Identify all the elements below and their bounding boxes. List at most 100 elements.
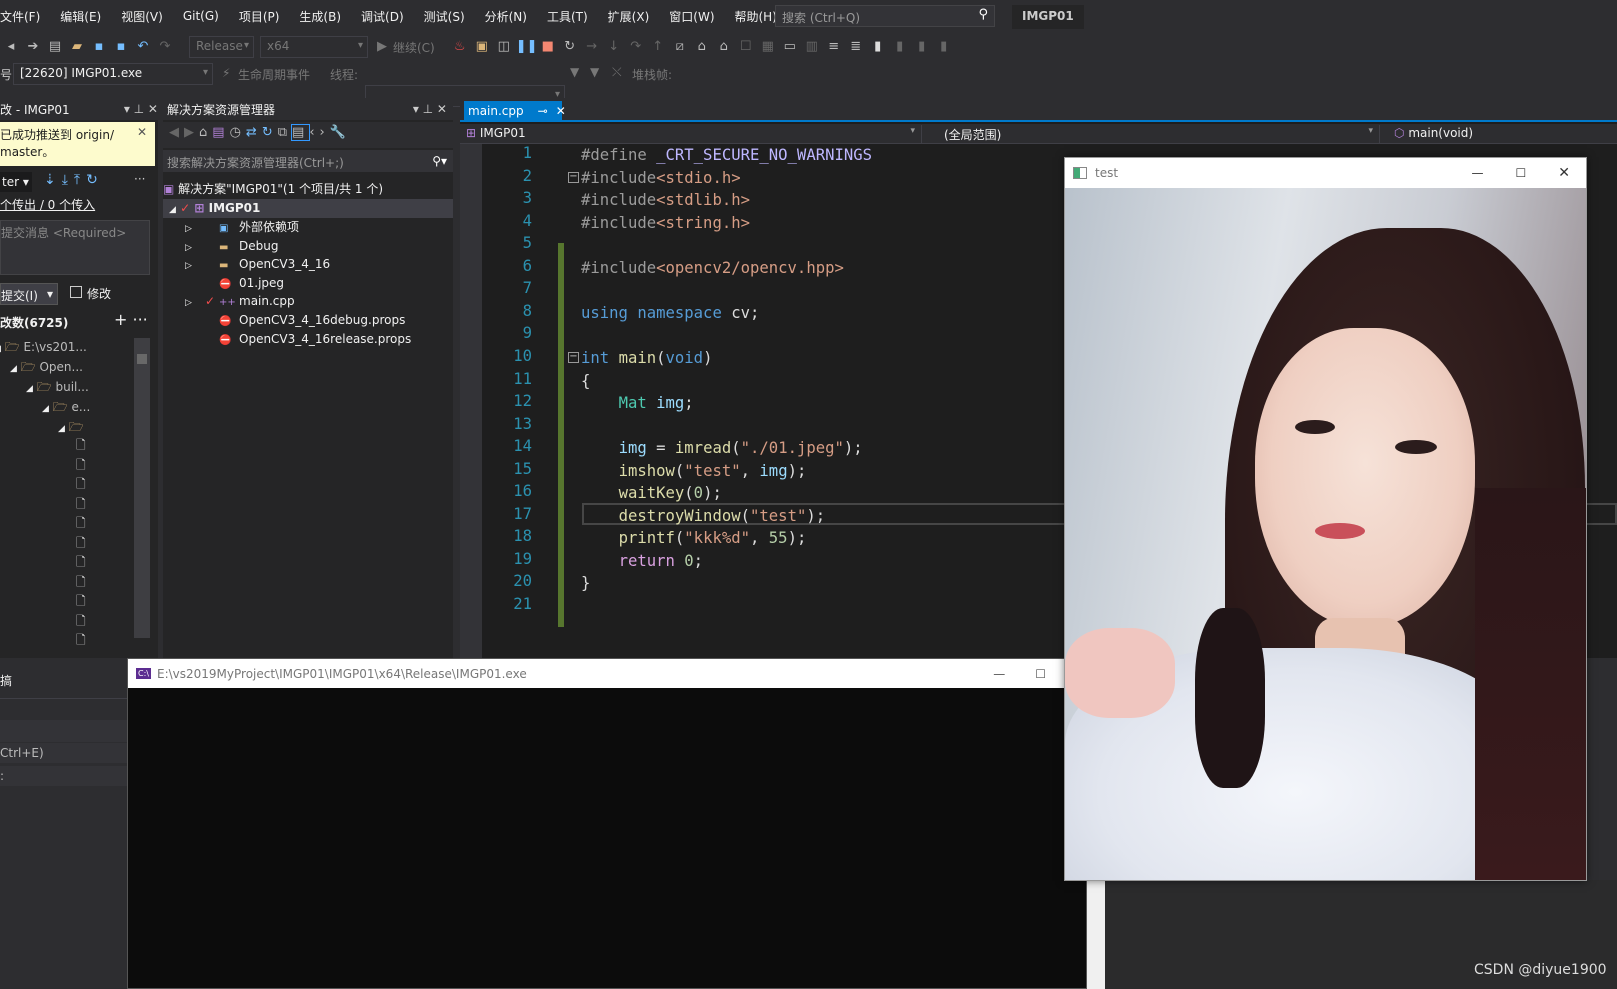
code-icon[interactable]: ‹› [309, 125, 329, 140]
menu-item[interactable]: 工具(T) [537, 8, 598, 25]
menu-item[interactable]: 项目(P) [229, 8, 290, 25]
redo-icon[interactable]: ↷ [155, 37, 175, 57]
locked-file-icon[interactable]: 🗋 [76, 534, 86, 553]
stop-icon[interactable]: ■ [538, 37, 558, 57]
step-into-icon[interactable]: ↓ [604, 37, 624, 57]
platform-dropdown[interactable]: x64 [260, 36, 368, 58]
search-box[interactable]: 搜索 (Ctrl+Q) ⚲ [775, 5, 995, 27]
git-tree-folder[interactable]: ◢ 🗁 e... [42, 398, 90, 417]
solution-item[interactable]: ▷ ▬ OpenCV3_4_16 [185, 255, 330, 274]
menu-item[interactable]: Git(G) [173, 9, 229, 23]
code-line[interactable]: #include<string.h> [581, 212, 750, 234]
configuration-dropdown[interactable]: Release [189, 36, 254, 58]
menu-item[interactable]: 视图(V) [111, 8, 173, 25]
back-icon[interactable]: ◂ [1, 37, 21, 57]
image-window-title-bar[interactable]: test — ☐ ✕ [1065, 158, 1586, 188]
comment-icon[interactable]: ☐ [736, 37, 756, 57]
git-tree-folder[interactable]: ◢ 🗁 [58, 418, 84, 437]
project-node[interactable]: ◢ ✓ ⊞ IMGP01 [163, 199, 453, 218]
solution-item[interactable]: ⛔ 01.jpeg [185, 274, 284, 293]
locked-file-icon[interactable]: 🗋 [76, 495, 86, 514]
prev-bookmark-icon[interactable]: ▮ [890, 37, 910, 57]
select-icon[interactable]: ▭ [780, 37, 800, 57]
expand-icon[interactable]: ◢ [42, 404, 49, 414]
code-line[interactable]: #include<stdio.h> [581, 167, 741, 189]
expand-icon[interactable]: ◢ [58, 424, 65, 434]
breakpoints-icon[interactable]: ⧄ [670, 37, 690, 57]
member-nav-dropdown[interactable]: ⬡ main(void) [1388, 125, 1617, 143]
solution-node[interactable]: ▣ 解决方案"IMGP01"(1 个项目/共 1 个) [163, 180, 383, 199]
hot-reload-icon[interactable]: ♨ [450, 37, 470, 57]
locked-file-icon[interactable]: 🗋 [76, 631, 86, 650]
code-line[interactable]: printf("kkk%d", 55); [581, 527, 807, 549]
git-tree-folder[interactable]: ◢ 🗁 E:\vs201... [0, 338, 87, 357]
close-button[interactable]: ✕ [1558, 165, 1570, 181]
scope-nav-dropdown[interactable]: (全局范围) ▾ [930, 125, 1380, 143]
expand-icon[interactable]: ◢ [0, 344, 1, 354]
stage-all-icon[interactable]: + ··· [114, 310, 148, 329]
bookmark-icon[interactable]: ▮ [868, 37, 888, 57]
undo-icon[interactable]: ↶ [133, 37, 153, 57]
fetch-pull-push-sync-icons[interactable]: ⇣⤓⤒↻ [44, 172, 104, 188]
code-line[interactable]: #include<opencv2/opencv.hpp> [581, 257, 844, 279]
more-icon[interactable]: ··· [134, 172, 145, 186]
fold-toggle-icon[interactable]: − [568, 171, 579, 183]
amend-checkbox[interactable] [70, 286, 82, 298]
expand-icon[interactable]: ◢ [26, 384, 33, 394]
help-list-icon[interactable]: ≣ [846, 37, 866, 57]
code-line[interactable]: } [581, 572, 590, 594]
save-icon[interactable]: ▪ [89, 37, 109, 57]
menu-item[interactable]: 分析(N) [475, 8, 537, 25]
filter-clear-icon[interactable]: ▼ [590, 65, 599, 79]
forward-icon[interactable]: ▶ [184, 125, 199, 140]
locked-file-icon[interactable]: 🗋 [76, 475, 86, 494]
build-icon[interactable]: ⌂ [692, 37, 712, 57]
solution-item[interactable]: ⛔ OpenCV3_4_16release.props [185, 330, 411, 349]
locked-file-icon[interactable]: 🗋 [76, 436, 86, 455]
list-icon[interactable]: ≡ [824, 37, 844, 57]
project-nav-dropdown[interactable]: ⊞ IMGP01 ▾ [462, 125, 922, 143]
continue-button[interactable]: 继续(C) [393, 39, 435, 56]
properties-icon[interactable]: 🔧 [330, 125, 351, 140]
show-all-files-icon[interactable]: ▤ [290, 124, 311, 141]
code-line[interactable]: waitKey(0); [581, 482, 722, 504]
menu-item[interactable]: 窗口(W) [659, 8, 724, 25]
deploy-icon[interactable]: ⌂ [714, 37, 734, 57]
expand-icon[interactable]: ◢ [10, 364, 17, 374]
format-icon[interactable]: ▦ [758, 37, 778, 57]
solution-item[interactable]: ▷ ▣ 外部依赖项 [185, 218, 299, 237]
menu-item[interactable]: 测试(S) [414, 8, 475, 25]
code-line[interactable]: using namespace cv; [581, 302, 759, 324]
restart-icon[interactable]: ↻ [560, 37, 580, 57]
step-back-icon[interactable]: ↷ [626, 37, 646, 57]
git-tree-folder[interactable]: ◢ 🗁 Open... [10, 358, 83, 377]
menu-item[interactable]: 扩展(X) [598, 8, 660, 25]
indent-icon[interactable]: ▥ [802, 37, 822, 57]
menu-item[interactable]: 调试(D) [351, 8, 414, 25]
solution-item[interactable]: ▷ ▬ Debug [185, 237, 278, 256]
next-bookmark-icon[interactable]: ▮ [912, 37, 932, 57]
locked-file-icon[interactable]: 🗋 [76, 514, 86, 533]
step-over-icon[interactable]: → [582, 37, 602, 57]
save-all-icon[interactable]: ▪ [111, 37, 131, 57]
pending-changes-icon[interactable]: ◷ [230, 125, 246, 140]
code-line[interactable]: Mat img; [581, 392, 694, 414]
sync-icon[interactable]: ⇄ [246, 125, 262, 140]
solution-item[interactable]: ⛔ OpenCV3_4_16debug.props [185, 311, 405, 330]
sync-status-link[interactable]: 个传出 / 0 个传入 [0, 196, 95, 213]
code-line[interactable]: return 0; [581, 550, 704, 572]
pause-icon[interactable]: ❚❚ [516, 37, 538, 57]
code-line[interactable]: imshow("test", img); [581, 460, 807, 482]
home-icon[interactable]: ⌂ [199, 125, 212, 140]
vs-icon[interactable]: ▤ [212, 125, 229, 140]
collapse-icon[interactable]: ⧉ [278, 125, 292, 140]
menu-item[interactable]: 编辑(E) [50, 8, 111, 25]
tab-main-cpp[interactable]: main.cpp ⊸ ✕ [464, 101, 566, 122]
clear-bookmark-icon[interactable]: ▮ [934, 37, 954, 57]
locked-file-icon[interactable]: 🗋 [76, 553, 86, 572]
panel-menu-icon[interactable]: ▾ ⊥ ✕ [124, 102, 158, 116]
locked-file-icon[interactable]: 🗋 [76, 612, 86, 631]
code-line[interactable]: { [581, 370, 590, 392]
screenshot-icon[interactable]: ◫ [494, 37, 514, 57]
code-line[interactable]: #include<stdlib.h> [581, 189, 750, 211]
